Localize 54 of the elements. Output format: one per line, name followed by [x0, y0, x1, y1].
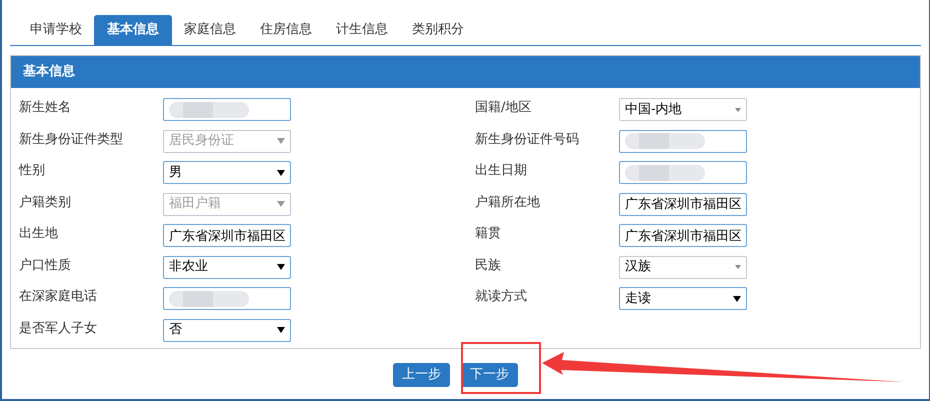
step-button[interactable]: 下一步 — [461, 363, 518, 387]
field-label: 民族 — [474, 256, 502, 274]
dropdown-field[interactable]: 否 — [163, 318, 291, 342]
dropdown-field[interactable]: 男 — [163, 161, 291, 184]
step-button[interactable]: 上一步 — [393, 363, 450, 387]
caret-icon — [277, 264, 285, 270]
dropdown-value: 男 — [169, 164, 182, 182]
masked-field[interactable] — [163, 287, 291, 310]
field-label: 出生地 — [18, 225, 59, 243]
blurred-value-icon — [625, 164, 705, 182]
tab[interactable]: 类别积分 — [400, 15, 476, 45]
field-label: 籍贯 — [474, 225, 502, 243]
panel-title: 基本信息 — [23, 63, 75, 82]
blurred-value-icon — [169, 290, 249, 308]
tab[interactable]: 申请学校 — [18, 15, 94, 45]
field-label: 性别 — [18, 162, 46, 180]
caret-icon — [277, 170, 285, 176]
field-label: 出生日期 — [474, 162, 528, 180]
caret-icon — [735, 265, 741, 269]
dropdown-value: 汉族 — [625, 258, 651, 276]
dropdown-value: 否 — [169, 321, 182, 340]
field-label: 户籍类别 — [18, 194, 72, 212]
dropdown-value: 中国-内地 — [625, 100, 682, 119]
dropdown-value: 福田户籍 — [169, 195, 221, 214]
field-label: 新生姓名 — [18, 99, 72, 117]
dropdown-value: 非农业 — [169, 258, 208, 276]
field-label: 户口性质 — [18, 256, 72, 274]
tab[interactable]: 基本信息 — [94, 15, 172, 45]
dropdown-value: 走读 — [625, 290, 651, 308]
dropdown-value: 居民身份证 — [169, 132, 234, 150]
field-label: 新生身份证件号码 — [474, 130, 580, 148]
dropdown-field[interactable]: 中国-内地 — [619, 98, 747, 121]
field-label: 户籍所在地 — [474, 194, 541, 212]
field-label: 新生身份证件类型 — [18, 130, 124, 148]
field-label: 是否军人子女 — [18, 320, 98, 338]
field-label: 就读方式 — [474, 288, 528, 306]
dropdown-field[interactable]: 非农业 — [163, 256, 291, 278]
tab[interactable]: 住房信息 — [248, 15, 324, 45]
caret-icon — [733, 296, 741, 302]
masked-field[interactable] — [163, 98, 291, 121]
caret-icon — [277, 201, 285, 207]
dropdown-field[interactable]: 走读 — [619, 287, 747, 310]
field-label: 国籍/地区 — [474, 99, 532, 117]
blurred-value-icon — [625, 132, 705, 150]
caret-icon — [735, 108, 741, 112]
masked-field[interactable] — [619, 130, 747, 152]
blurred-value-icon — [169, 100, 249, 118]
tab[interactable]: 家庭信息 — [172, 15, 248, 45]
caret-icon — [277, 327, 285, 333]
masked-field[interactable] — [619, 161, 747, 184]
tab[interactable]: 计生信息 — [324, 15, 400, 45]
caret-icon — [277, 138, 285, 144]
dropdown-field[interactable]: 汉族 — [619, 256, 747, 278]
field-label: 在深家庭电话 — [18, 288, 98, 306]
